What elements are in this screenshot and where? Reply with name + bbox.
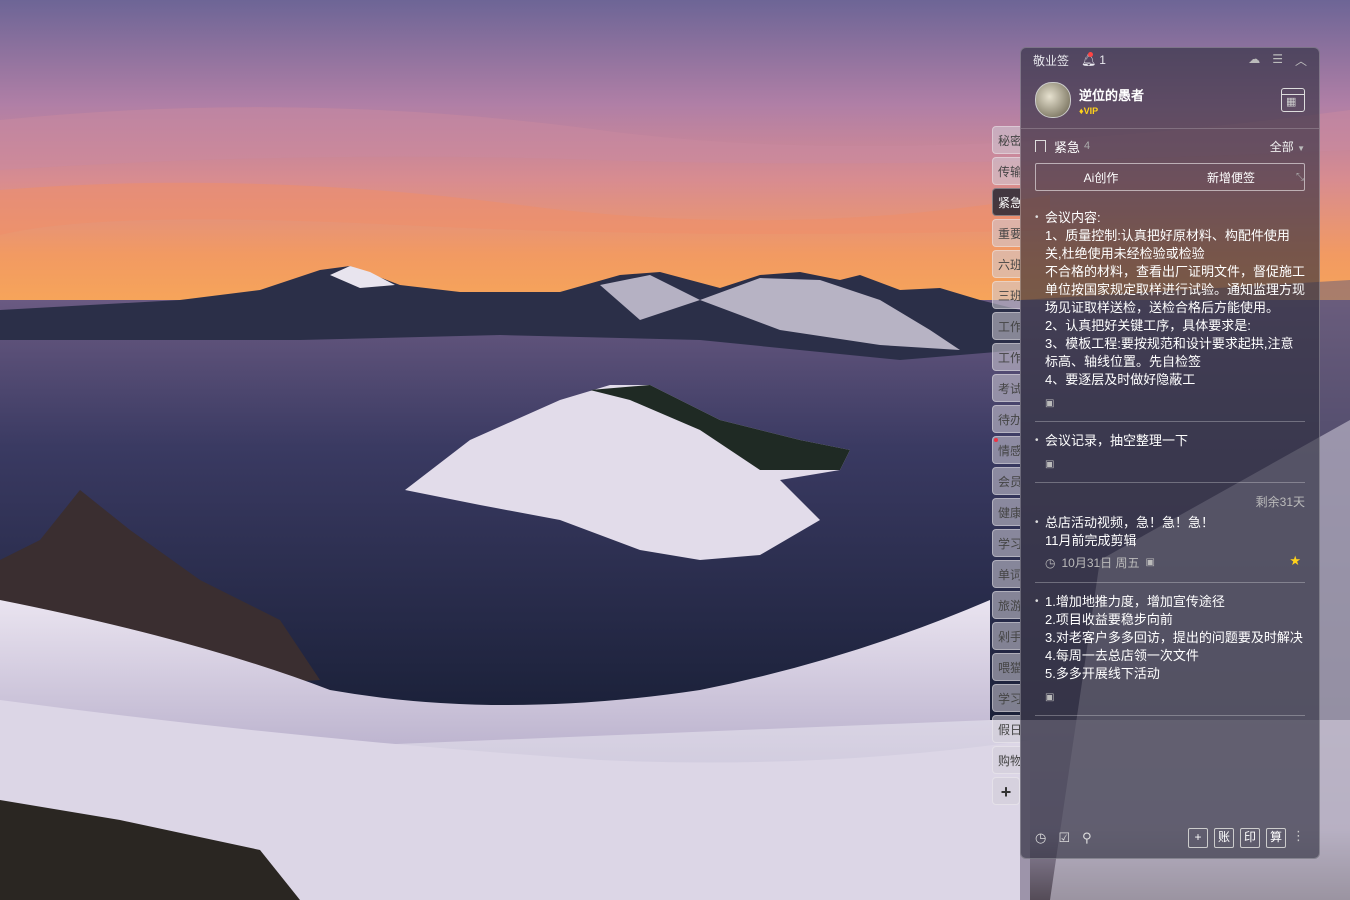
user-info: 逆位的愚者 ♦VIP: [1079, 85, 1144, 116]
add-category-button[interactable]: +: [992, 777, 1020, 805]
side-tab[interactable]: 六班: [992, 250, 1020, 278]
unread-dot: [994, 438, 998, 442]
note-item[interactable]: 会议内容: 1、质量控制:认真把好原材料、构配件使用关,杜绝使用未经检验或检验 …: [1035, 209, 1305, 422]
sticky-note-panel: 敬业签 🔔︎ 1 ☁ ☰ ︿ 逆位的愚者 ♦VIP 紧急 4 全部 ▼ Ai创作…: [1020, 47, 1320, 859]
note-text: 会议记录，抽空整理一下: [1045, 433, 1189, 448]
clock-icon: ◷: [1045, 556, 1056, 570]
filter-dropdown[interactable]: 全部 ▼: [1270, 138, 1305, 155]
print-button[interactable]: 印: [1240, 828, 1260, 848]
side-tab[interactable]: 重要: [992, 219, 1020, 247]
avatar[interactable]: [1035, 82, 1071, 118]
titlebar[interactable]: 敬业签 🔔︎ 1 ☁ ☰ ︿: [1021, 48, 1319, 72]
checklist-icon[interactable]: ☑: [1058, 830, 1070, 846]
side-tab[interactable]: 假日: [992, 715, 1020, 743]
user-name: 逆位的愚者: [1079, 87, 1145, 103]
footer-toolbar: ◷ ☑ ⚲ + 账 印 算 ⋮: [1021, 818, 1319, 858]
star-icon[interactable]: ★: [1289, 552, 1301, 570]
new-note-button[interactable]: 新增便签: [1166, 169, 1296, 186]
side-tab[interactable]: 学习: [992, 529, 1020, 557]
note-item[interactable]: 1.增加地推力度，增加宣传途径 2.项目收益要稳步向前 3.对老客户多多回访，提…: [1035, 593, 1305, 716]
note-text: 会议内容: 1、质量控制:认真把好原材料、构配件使用关,杜绝使用未经检验或检验 …: [1045, 210, 1305, 387]
side-tab[interactable]: 剁手: [992, 622, 1020, 650]
search-icon[interactable]: ⚲: [1082, 830, 1092, 846]
lock-icon[interactable]: ▣: [1146, 554, 1155, 572]
note-list: 会议内容: 1、质量控制:认真把好原材料、构配件使用关,杜绝使用未经检验或检验 …: [1021, 191, 1319, 716]
category-tabs: 秘密 传输 紧急 重要 六班 三班 工作 工作 考试 待办 情感 会员 健康 学习 单词 旅游 剁手 喂猫 学习 假日…: [992, 126, 1022, 808]
calculator-button[interactable]: 算: [1266, 828, 1286, 848]
side-tab[interactable]: 紧急: [992, 188, 1020, 216]
account-button[interactable]: 账: [1214, 828, 1234, 848]
add-icon[interactable]: +: [1188, 828, 1208, 848]
lock-icon[interactable]: ▣: [1045, 395, 1305, 413]
category-header: 紧急 4 全部 ▼: [1021, 129, 1319, 163]
user-header: 逆位的愚者 ♦VIP: [1021, 72, 1319, 129]
side-tab[interactable]: 喂猫: [992, 653, 1020, 681]
side-tab[interactable]: 会员: [992, 467, 1020, 495]
collapse-icon[interactable]: ︿: [1295, 52, 1307, 69]
footer-right: + 账 印 算 ⋮: [1188, 828, 1305, 848]
side-tab[interactable]: 传输: [992, 157, 1020, 185]
notification-count: 1: [1099, 53, 1106, 67]
more-icon[interactable]: ⋮: [1292, 828, 1305, 848]
side-tab[interactable]: 单词: [992, 560, 1020, 588]
pin-icon[interactable]: ⤡: [1296, 172, 1304, 183]
reminder-date: 10月31日 周五: [1061, 556, 1140, 570]
side-tab[interactable]: 工作: [992, 312, 1020, 340]
ai-create-button[interactable]: Ai创作: [1036, 169, 1166, 186]
clock-icon[interactable]: ◷: [1035, 830, 1046, 846]
side-tab[interactable]: 考试: [992, 374, 1020, 402]
caret-down-icon: ▼: [1297, 143, 1305, 153]
calendar-icon[interactable]: [1281, 88, 1305, 112]
vip-badge[interactable]: ♦VIP: [1079, 106, 1144, 116]
note-item[interactable]: 总店活动视频，急！急！急！ 11月前完成剪辑 ◷ 10月31日 周五 ▣ ★: [1035, 514, 1305, 583]
lock-icon[interactable]: ▣: [1045, 689, 1305, 707]
side-tab[interactable]: 旅游: [992, 591, 1020, 619]
cloud-sync-icon[interactable]: ☁: [1248, 52, 1260, 69]
notification-bell[interactable]: 🔔︎ 1: [1081, 52, 1106, 67]
category-name: 紧急: [1054, 139, 1081, 155]
menu-icon[interactable]: ☰: [1272, 52, 1283, 69]
note-item[interactable]: 会议记录，抽空整理一下 ▣: [1035, 432, 1305, 483]
note-text: 总店活动视频，急！急！急！ 11月前完成剪辑: [1045, 515, 1215, 548]
side-tab[interactable]: 工作: [992, 343, 1020, 371]
side-tab[interactable]: 购物: [992, 746, 1020, 774]
side-tab[interactable]: 情感: [992, 436, 1020, 464]
side-tab[interactable]: 待办: [992, 405, 1020, 433]
app-name: 敬业签: [1033, 53, 1070, 68]
note-reminder: ◷ 10月31日 周五 ▣: [1045, 554, 1305, 572]
lock-icon[interactable]: ▣: [1045, 456, 1305, 474]
bookmark-icon: [1035, 140, 1046, 152]
note-text: 1.增加地推力度，增加宣传途径 2.项目收益要稳步向前 3.对老客户多多回访，提…: [1045, 594, 1303, 681]
notification-dot: [1088, 52, 1094, 57]
remaining-days: 剩余31天: [1255, 495, 1305, 509]
window-controls: ☁ ☰ ︿: [1248, 52, 1307, 69]
side-tab[interactable]: 健康: [992, 498, 1020, 526]
side-tab[interactable]: 秘密: [992, 126, 1020, 154]
side-tab[interactable]: 学习: [992, 684, 1020, 712]
category-count: 4: [1084, 140, 1091, 152]
action-bar: Ai创作 新增便签 ⤡: [1035, 163, 1305, 191]
side-tab[interactable]: 三班: [992, 281, 1020, 309]
